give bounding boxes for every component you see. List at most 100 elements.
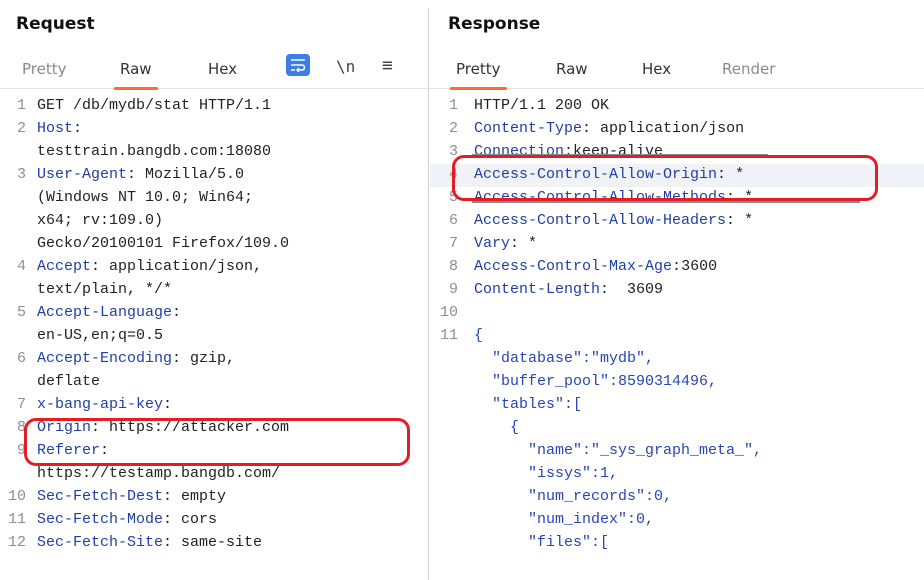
header-value: testtrain.bangdb.com:18080 [37, 143, 272, 160]
header-name: Sec-Fetch-Dest [37, 488, 164, 505]
header-separator: : [100, 442, 110, 459]
header-value: text/plain, */* [37, 281, 173, 298]
header-value: application/json [591, 120, 745, 137]
header-separator: : [600, 281, 610, 298]
line-number: 3 [448, 143, 458, 160]
line-text: Content-Type: application/json [474, 117, 744, 140]
header-separator: : [582, 120, 592, 137]
header-value: GET /db/mydb/stat HTTP/1.1 [37, 97, 272, 114]
header-name: Access-Control-Allow-Origin [474, 166, 718, 183]
tab-response-hex[interactable]: Hex [642, 60, 671, 78]
line-text: Access-Control-Allow-Headers: * [474, 209, 753, 232]
newline-icon: \n [336, 57, 356, 76]
code-line: Gecko/20100101 Firefox/109.0 [0, 232, 428, 255]
header-name: Host [37, 120, 74, 137]
line-number: 8 [16, 419, 26, 436]
line-text: Connection:keep-alive [474, 140, 663, 163]
header-separator: : [91, 419, 101, 436]
header-name: Access-Control-Allow-Headers [474, 212, 727, 229]
header-value: { [474, 419, 520, 436]
header-value: * [726, 166, 745, 183]
line-text: (Windows NT 10.0; Win64; [37, 186, 253, 209]
line-text: Referer: [37, 439, 109, 462]
line-text: Content-Length: 3609 [474, 278, 663, 301]
line-text: deflate [37, 370, 100, 393]
wrap-lines-button[interactable] [286, 54, 310, 76]
strikethrough-mark [472, 154, 768, 156]
code-line: en-US,en;q=0.5 [0, 324, 428, 347]
header-value: (Windows NT 10.0; Win64; [37, 189, 254, 206]
header-separator: : [726, 189, 736, 206]
pane-divider[interactable] [428, 8, 429, 580]
header-value: * [735, 189, 754, 206]
line-number: 12 [7, 534, 26, 551]
code-line: 10 Sec-Fetch-Dest: empty [0, 485, 428, 508]
tab-response-raw[interactable]: Raw [556, 60, 588, 78]
line-number: 4 [16, 258, 26, 275]
code-line: 9 Referer: [0, 439, 428, 462]
code-line: 12 Sec-Fetch-Site: same-site [0, 531, 428, 554]
header-name: Content-Length [474, 281, 601, 298]
code-line: deflate [0, 370, 428, 393]
line-number: 9 [448, 281, 458, 298]
header-name: Accept-Encoding [37, 350, 173, 367]
line-number: 7 [16, 396, 26, 413]
line-number: 1 [16, 97, 26, 114]
request-pane: Request Pretty Raw Hex \n ≡ 1 GET /db/myd… [0, 0, 428, 580]
line-number: 8 [448, 258, 458, 275]
code-line: 7 x-bang-api-key: [0, 393, 428, 416]
request-editor[interactable]: 1 GET /db/mydb/stat HTTP/1.1 2 Host: testtra… [0, 94, 428, 554]
line-text: text/plain, */* [37, 278, 172, 301]
response-tabs: Pretty Raw Hex Render [430, 48, 924, 90]
line-number: 6 [448, 212, 458, 229]
line-text: "num_index":0, [474, 508, 654, 531]
header-value: 3609 [609, 281, 664, 298]
code-line: "name":"_sys_graph_meta_", [430, 439, 924, 462]
request-tabs: Pretty Raw Hex \n ≡ [0, 48, 428, 90]
http-message-viewer: Request Pretty Raw Hex \n ≡ 1 GET /db/myd… [0, 0, 924, 580]
line-text: Sec-Fetch-Mode: cors [37, 508, 217, 531]
line-text: Access-Control-Max-Age:3600 [474, 255, 717, 278]
code-line: 4 Access-Control-Allow-Origin: * [430, 163, 924, 186]
header-value: * [519, 235, 538, 252]
header-value: HTTP/1.1 200 OK [474, 97, 610, 114]
tab-request-hex[interactable]: Hex [208, 60, 237, 78]
wrap-lines-icon [291, 59, 306, 72]
menu-button[interactable]: ≡ [382, 55, 393, 76]
line-text: x64; rv:109.0) [37, 209, 163, 232]
line-number: 11 [439, 327, 458, 344]
header-separator: : [73, 120, 83, 137]
header-name: Access-Control-Allow-Methods [474, 189, 727, 206]
strikethrough-mark [472, 201, 860, 203]
header-name: User-Agent [37, 166, 128, 183]
header-separator: : [672, 258, 682, 275]
header-separator: : [163, 511, 173, 528]
code-line: 3 Connection:keep-alive [430, 140, 924, 163]
tab-response-render[interactable]: Render [722, 60, 775, 78]
header-value: en-US,en;q=0.5 [37, 327, 164, 344]
code-line: "files":[ [430, 531, 924, 554]
code-line: 6 Accept-Encoding: gzip, [0, 347, 428, 370]
code-line: 3 User-Agent: Mozilla/5.0 [0, 163, 428, 186]
code-line: (Windows NT 10.0; Win64; [0, 186, 428, 209]
header-name: Origin [37, 419, 92, 436]
code-line: 6 Access-Control-Allow-Headers: * [430, 209, 924, 232]
code-line: 4 Accept: application/json, [0, 255, 428, 278]
header-separator: : [163, 488, 173, 505]
code-line: 5 Accept-Language: [0, 301, 428, 324]
code-line: testtrain.bangdb.com:18080 [0, 140, 428, 163]
header-name: Accept [37, 258, 92, 275]
line-text: "database":"mydb", [474, 347, 654, 370]
tab-request-pretty[interactable]: Pretty [22, 60, 67, 78]
response-editor[interactable]: 1 HTTP/1.1 200 OK 2 Content-Type: applicati… [430, 94, 924, 554]
code-line: 5 Access-Control-Allow-Methods: * [430, 186, 924, 209]
header-value: empty [172, 488, 227, 505]
response-pane: Response Pretty Raw Hex Render 1 HTTP/1.1… [430, 0, 924, 580]
tab-response-pretty[interactable]: Pretty [450, 60, 506, 90]
code-line: 2 Host: [0, 117, 428, 140]
line-number: 10 [7, 488, 26, 505]
tab-request-raw[interactable]: Raw [114, 60, 158, 90]
newline-toggle-button[interactable]: \n [336, 57, 355, 76]
header-value: "database":"mydb", [474, 350, 655, 367]
header-value: "num_index":0, [474, 511, 655, 528]
